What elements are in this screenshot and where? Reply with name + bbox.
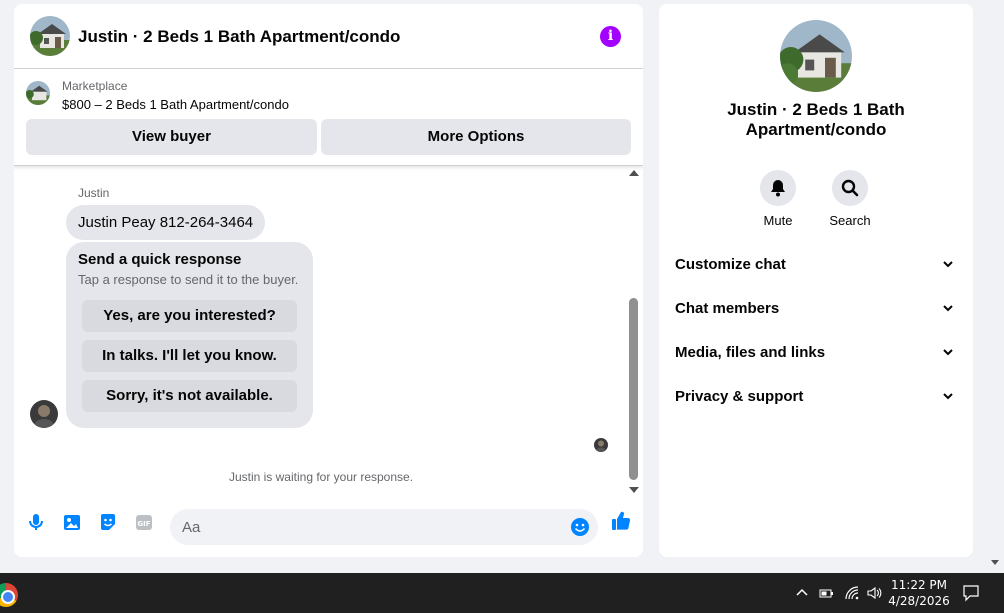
system-clock[interactable]: 11:22 PM 4/28/2026 — [886, 577, 952, 609]
more-options-button[interactable]: More Options — [321, 119, 631, 155]
details-avatar[interactable] — [780, 20, 852, 92]
mute-button[interactable]: Mute — [748, 170, 808, 228]
section-chat-members[interactable]: Chat members — [675, 288, 957, 332]
waiting-status: Justin is waiting for your response. — [228, 470, 414, 484]
section-label: Chat members — [675, 300, 780, 317]
info-icon[interactable]: i — [600, 26, 621, 47]
listing-thumbnail — [26, 81, 50, 105]
quick-response-title: Send a quick response — [78, 251, 242, 268]
section-customize-chat[interactable]: Customize chat — [675, 244, 957, 288]
read-receipt-avatar — [594, 438, 608, 452]
scroll-up-arrow-icon[interactable] — [629, 170, 639, 176]
bell-icon — [771, 180, 785, 197]
clock-time: 11:22 PM — [891, 578, 947, 592]
chevron-down-icon — [943, 349, 953, 356]
view-buyer-button[interactable]: View buyer — [26, 119, 317, 155]
chrome-icon[interactable] — [0, 583, 18, 607]
clock-date: 4/28/2026 — [888, 594, 950, 608]
mute-button-circle[interactable] — [760, 170, 796, 206]
conversation-details-panel: Justin · 2 Beds 1 Bath Apartment/condo M… — [659, 4, 973, 557]
scroll-thumb[interactable] — [629, 298, 638, 480]
marketplace-label: Marketplace — [62, 79, 128, 93]
microphone-icon[interactable] — [26, 512, 46, 532]
message-input-wrapper — [170, 509, 598, 545]
message-input[interactable] — [182, 509, 562, 545]
section-privacy-support[interactable]: Privacy & support — [675, 376, 957, 420]
sender-avatar[interactable] — [30, 400, 58, 428]
gif-icon[interactable]: GIF — [134, 512, 154, 532]
marketplace-bar: Marketplace $800 – 2 Beds 1 Bath Apartme… — [14, 69, 643, 166]
listing-text: $800 – 2 Beds 1 Bath Apartment/condo — [62, 97, 289, 112]
emoji-icon[interactable] — [570, 517, 590, 537]
wifi-icon[interactable] — [844, 585, 860, 601]
message-scrollbar[interactable] — [626, 166, 643, 498]
battery-icon[interactable] — [818, 585, 834, 601]
chat-header: Justin · 2 Beds 1 Bath Apartment/condo i — [14, 4, 643, 69]
section-media-files-links[interactable]: Media, files and links — [675, 332, 957, 376]
chevron-up-icon[interactable] — [794, 585, 810, 601]
quick-response-card: Send a quick response Tap a response to … — [66, 242, 313, 428]
volume-icon[interactable] — [866, 585, 882, 601]
section-label: Media, files and links — [675, 344, 826, 361]
svg-text:GIF: GIF — [137, 520, 150, 528]
section-label: Privacy & support — [675, 388, 804, 405]
chat-panel: Justin · 2 Beds 1 Bath Apartment/condo i… — [14, 4, 643, 557]
quick-response-in-talks-button[interactable]: In talks. I'll let you know. — [82, 340, 297, 372]
search-icon — [841, 179, 859, 197]
listing-avatar[interactable] — [30, 16, 70, 56]
thumbs-up-icon[interactable] — [610, 510, 632, 532]
scroll-down-arrow-icon[interactable] — [629, 487, 639, 493]
sender-name: Justin — [78, 186, 110, 200]
quick-response-yes-button[interactable]: Yes, are you interested? — [82, 300, 297, 332]
message-bubble: Justin Peay 812-264-3464 — [66, 205, 266, 240]
composer: GIF — [14, 498, 643, 557]
mute-label: Mute — [763, 213, 793, 228]
chevron-down-icon — [943, 393, 953, 400]
notification-icon[interactable] — [962, 584, 980, 602]
chevron-down-icon — [943, 261, 953, 268]
sticker-icon[interactable] — [98, 512, 118, 532]
photo-icon[interactable] — [62, 512, 82, 532]
search-label: Search — [829, 213, 871, 228]
page-scroll-down-arrow-icon[interactable] — [991, 560, 999, 565]
chat-title: Justin · 2 Beds 1 Bath Apartment/condo — [78, 27, 401, 46]
chevron-down-icon — [943, 305, 953, 312]
message-list: Justin Justin Peay 812-264-3464 Send a q… — [14, 166, 643, 498]
quick-response-not-available-button[interactable]: Sorry, it's not available. — [82, 380, 297, 412]
section-label: Customize chat — [675, 256, 786, 273]
search-button-circle[interactable] — [832, 170, 868, 206]
details-title: Justin · 2 Beds 1 Bath Apartment/condo — [727, 100, 905, 139]
taskbar: 11:22 PM 4/28/2026 — [0, 573, 1004, 613]
search-button[interactable]: Search — [820, 170, 880, 228]
quick-response-subtitle: Tap a response to send it to the buyer. — [78, 272, 299, 287]
